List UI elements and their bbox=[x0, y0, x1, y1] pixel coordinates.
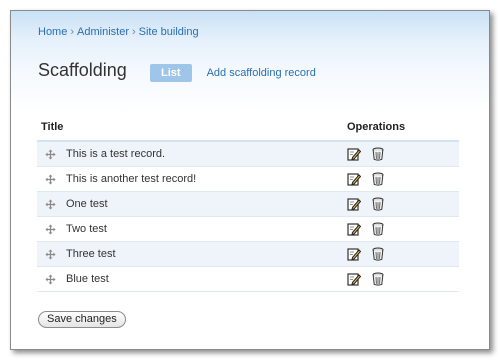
table-row: This is another test record! bbox=[37, 166, 459, 192]
drag-handle-cell[interactable] bbox=[37, 241, 63, 267]
edit-icon[interactable] bbox=[347, 247, 361, 261]
operations-cell bbox=[347, 241, 459, 267]
record-title: One test bbox=[63, 191, 347, 217]
drag-handle-icon[interactable] bbox=[45, 224, 56, 235]
drag-handle-icon[interactable] bbox=[45, 274, 56, 285]
record-title: Three test bbox=[63, 241, 347, 267]
operations-cell bbox=[347, 266, 459, 292]
drag-handle-icon[interactable] bbox=[45, 149, 56, 160]
tab-bar: List Add scaffolding record bbox=[150, 64, 316, 82]
record-title: This is another test record! bbox=[63, 166, 347, 192]
breadcrumb-site-building[interactable]: Site building bbox=[139, 26, 199, 38]
save-changes-button[interactable]: Save changes bbox=[38, 311, 126, 328]
operations-cell bbox=[347, 166, 459, 192]
operations-cell bbox=[347, 141, 459, 167]
breadcrumb-separator: › bbox=[131, 26, 136, 38]
drag-handle-icon[interactable] bbox=[45, 249, 56, 260]
record-title: Two test bbox=[63, 216, 347, 242]
table-row: One test bbox=[37, 191, 459, 217]
table-header-row: Title Operations bbox=[37, 119, 459, 142]
breadcrumb: Home › Administer › Site building bbox=[38, 26, 199, 38]
table-row: Two test bbox=[37, 216, 459, 242]
trash-icon[interactable] bbox=[371, 272, 385, 286]
tab-add-scaffolding-record[interactable]: Add scaffolding record bbox=[207, 67, 316, 79]
drag-handle-icon[interactable] bbox=[45, 199, 56, 210]
record-title: This is a test record. bbox=[63, 141, 347, 167]
column-header-operations: Operations bbox=[347, 119, 459, 142]
drag-handle-icon[interactable] bbox=[45, 174, 56, 185]
operations-cell bbox=[347, 191, 459, 217]
breadcrumb-home[interactable]: Home bbox=[38, 26, 67, 38]
drag-handle-cell[interactable] bbox=[37, 166, 63, 192]
trash-icon[interactable] bbox=[371, 247, 385, 261]
edit-icon[interactable] bbox=[347, 197, 361, 211]
window-frame: Home › Administer › Site building Scaffoldin… bbox=[10, 10, 490, 350]
table-row: Three test bbox=[37, 241, 459, 267]
column-header-title: Title bbox=[37, 119, 347, 142]
edit-icon[interactable] bbox=[347, 272, 361, 286]
drag-handle-cell[interactable] bbox=[37, 141, 63, 167]
table-row: This is a test record. bbox=[37, 141, 459, 167]
drag-handle-cell[interactable] bbox=[37, 191, 63, 217]
breadcrumb-separator: › bbox=[70, 26, 75, 38]
records-table: Title Operations This is a test record. T… bbox=[37, 119, 459, 292]
drag-handle-cell[interactable] bbox=[37, 216, 63, 242]
edit-icon[interactable] bbox=[347, 172, 361, 186]
trash-icon[interactable] bbox=[371, 197, 385, 211]
edit-icon[interactable] bbox=[347, 222, 361, 236]
records-table-body: This is a test record. This is another te… bbox=[37, 141, 459, 292]
table-row: Blue test bbox=[37, 266, 459, 292]
trash-icon[interactable] bbox=[371, 222, 385, 236]
trash-icon[interactable] bbox=[371, 147, 385, 161]
tab-list[interactable]: List bbox=[150, 64, 192, 82]
edit-icon[interactable] bbox=[347, 147, 361, 161]
page-title: Scaffolding bbox=[38, 60, 127, 80]
trash-icon[interactable] bbox=[371, 172, 385, 186]
record-title: Blue test bbox=[63, 266, 347, 292]
drag-handle-cell[interactable] bbox=[37, 266, 63, 292]
breadcrumb-administer[interactable]: Administer bbox=[77, 26, 129, 38]
operations-cell bbox=[347, 216, 459, 242]
